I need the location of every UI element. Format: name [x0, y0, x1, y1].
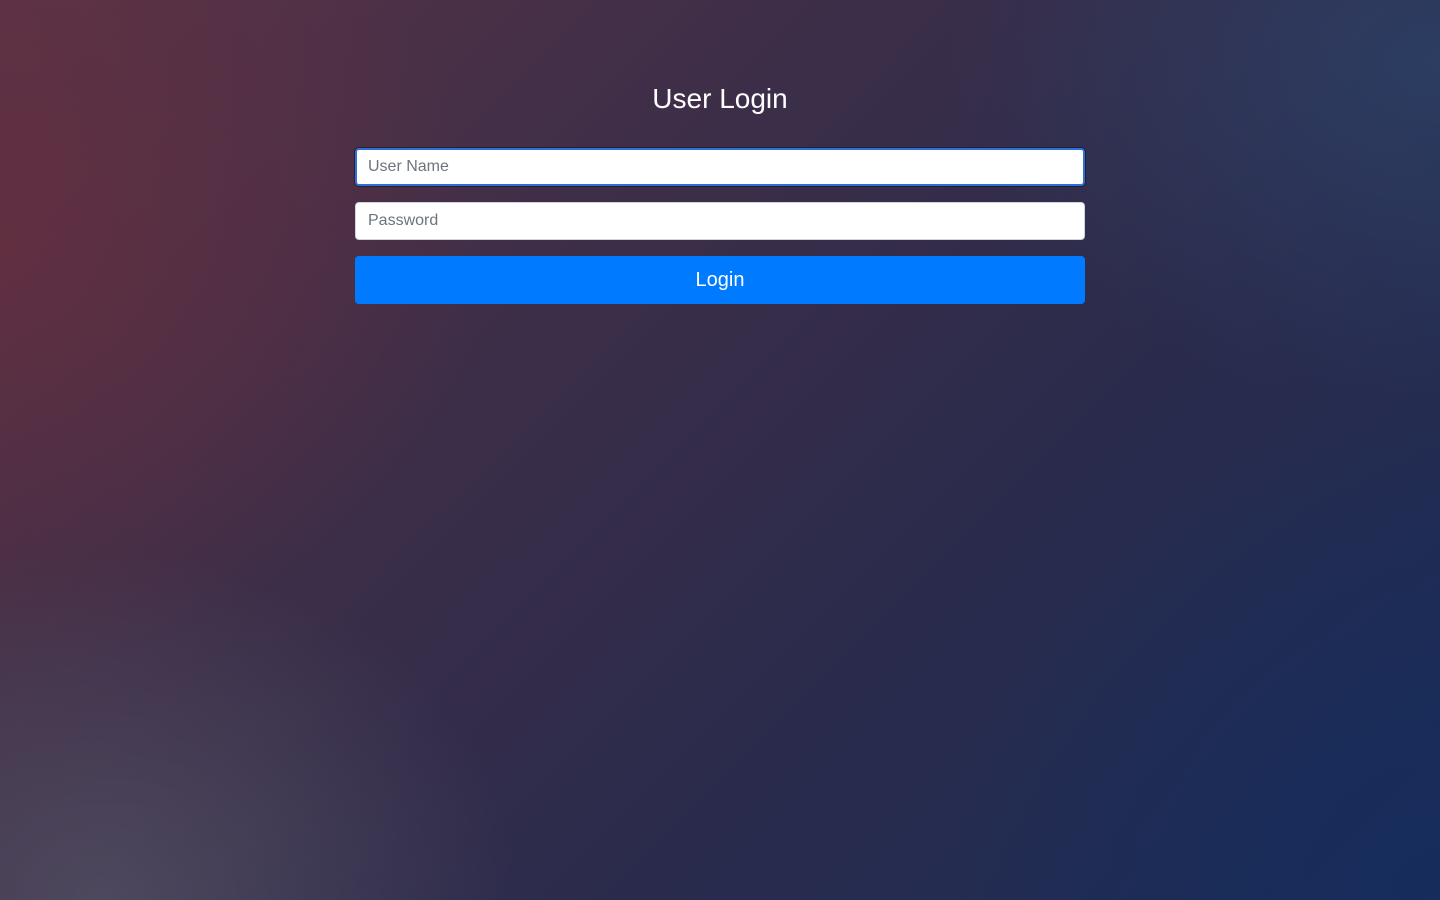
password-input[interactable]: [355, 202, 1085, 240]
login-button[interactable]: Login: [355, 256, 1085, 304]
username-input[interactable]: [355, 148, 1085, 186]
page-title: User Login: [652, 83, 788, 114]
login-form: User Login Login: [355, 0, 1085, 304]
